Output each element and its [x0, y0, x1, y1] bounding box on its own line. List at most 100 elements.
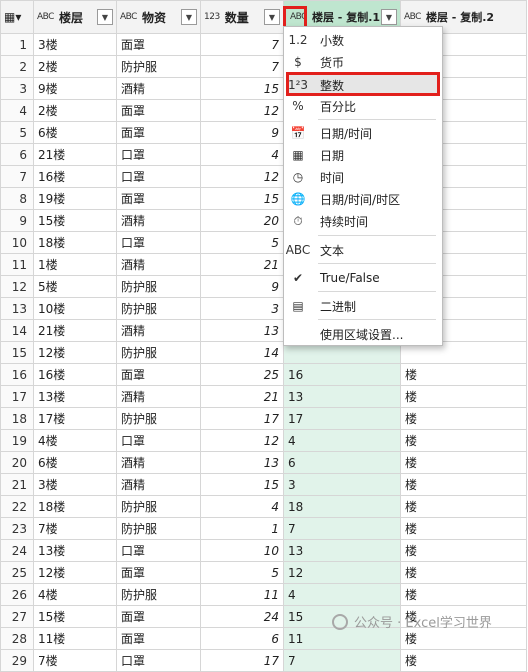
floor-copy-2-cell[interactable]: 楼: [400, 473, 527, 496]
row-number[interactable]: 8: [0, 187, 34, 210]
floor-cell[interactable]: 21楼: [33, 319, 117, 342]
floor-copy-2-cell[interactable]: 楼: [400, 539, 527, 562]
qty-cell[interactable]: 5: [200, 561, 284, 584]
floor-cell[interactable]: 4楼: [33, 429, 117, 452]
floor-copy-2-cell[interactable]: 楼: [400, 517, 527, 540]
item-cell[interactable]: 防护服: [116, 407, 201, 430]
qty-cell[interactable]: 24: [200, 605, 284, 628]
row-number[interactable]: 26: [0, 583, 34, 606]
row-number[interactable]: 15: [0, 341, 34, 364]
qty-cell[interactable]: 7: [200, 33, 284, 56]
floor-copy-1-cell[interactable]: 18: [283, 495, 401, 518]
item-cell[interactable]: 防护服: [116, 495, 201, 518]
row-number[interactable]: 5: [0, 121, 34, 144]
qty-cell[interactable]: 17: [200, 649, 284, 672]
floor-cell[interactable]: 18楼: [33, 231, 117, 254]
menu-item-decimal[interactable]: 1.2 小数: [284, 29, 440, 51]
row-number[interactable]: 6: [0, 143, 34, 166]
item-cell[interactable]: 防护服: [116, 297, 201, 320]
column-header-qty[interactable]: 123 数量 ▼: [200, 0, 284, 34]
floor-cell[interactable]: 5楼: [33, 275, 117, 298]
floor-cell[interactable]: 7楼: [33, 517, 117, 540]
floor-copy-1-cell[interactable]: 7: [283, 517, 401, 540]
row-number[interactable]: 23: [0, 517, 34, 540]
floor-copy-1-cell[interactable]: 7: [283, 649, 401, 672]
qty-cell[interactable]: 1: [200, 517, 284, 540]
floor-cell[interactable]: 6楼: [33, 451, 117, 474]
floor-copy-2-cell[interactable]: 楼: [400, 429, 527, 452]
item-cell[interactable]: 面罩: [116, 605, 201, 628]
floor-cell[interactable]: 9楼: [33, 77, 117, 100]
item-cell[interactable]: 防护服: [116, 583, 201, 606]
floor-cell[interactable]: 1楼: [33, 253, 117, 276]
floor-copy-2-cell[interactable]: 楼: [400, 649, 527, 672]
menu-item-whole-number[interactable]: 1²3 整数: [284, 74, 440, 96]
abc-type-icon[interactable]: ABC: [37, 12, 54, 22]
item-cell[interactable]: 酒精: [116, 451, 201, 474]
floor-cell[interactable]: 12楼: [33, 561, 117, 584]
item-cell[interactable]: 面罩: [116, 121, 201, 144]
floor-cell[interactable]: 15楼: [33, 209, 117, 232]
row-number[interactable]: 11: [0, 253, 34, 276]
row-number[interactable]: 2: [0, 55, 34, 78]
item-cell[interactable]: 口罩: [116, 231, 201, 254]
column-header-floor[interactable]: ABC 楼层 ▼: [33, 0, 117, 34]
item-cell[interactable]: 防护服: [116, 341, 201, 364]
menu-item-datetime[interactable]: 📅 日期/时间: [284, 122, 440, 144]
qty-cell[interactable]: 6: [200, 627, 284, 650]
floor-copy-1-cell[interactable]: 13: [283, 385, 401, 408]
floor-copy-1-cell[interactable]: 17: [283, 407, 401, 430]
floor-cell[interactable]: 18楼: [33, 495, 117, 518]
menu-item-using-locale[interactable]: 使用区域设置...: [284, 323, 440, 345]
qty-cell[interactable]: 12: [200, 429, 284, 452]
row-number[interactable]: 24: [0, 539, 34, 562]
item-cell[interactable]: 酒精: [116, 253, 201, 276]
menu-item-percentage[interactable]: % 百分比: [284, 95, 440, 117]
row-number[interactable]: 18: [0, 407, 34, 430]
row-number[interactable]: 1: [0, 33, 34, 56]
floor-copy-1-cell[interactable]: 4: [283, 429, 401, 452]
qty-cell[interactable]: 21: [200, 385, 284, 408]
item-cell[interactable]: 面罩: [116, 99, 201, 122]
filter-dropdown-icon[interactable]: ▼: [181, 9, 197, 25]
abc-type-icon[interactable]: ABC: [404, 12, 421, 22]
floor-copy-1-cell[interactable]: 6: [283, 451, 401, 474]
item-cell[interactable]: 酒精: [116, 319, 201, 342]
row-number[interactable]: 10: [0, 231, 34, 254]
floor-copy-1-cell[interactable]: 4: [283, 583, 401, 606]
item-cell[interactable]: 酒精: [116, 209, 201, 232]
item-cell[interactable]: 面罩: [116, 561, 201, 584]
row-number[interactable]: 28: [0, 627, 34, 650]
item-cell[interactable]: 口罩: [116, 429, 201, 452]
item-cell[interactable]: 防护服: [116, 517, 201, 540]
qty-cell[interactable]: 20: [200, 209, 284, 232]
menu-item-true-false[interactable]: ✔ True/False: [284, 267, 440, 289]
floor-copy-2-cell[interactable]: 楼: [400, 451, 527, 474]
floor-cell[interactable]: 13楼: [33, 539, 117, 562]
row-number[interactable]: 16: [0, 363, 34, 386]
row-number[interactable]: 25: [0, 561, 34, 584]
floor-copy-1-cell[interactable]: 3: [283, 473, 401, 496]
menu-item-text[interactable]: ABC 文本: [284, 239, 440, 261]
menu-item-date[interactable]: ▦ 日期: [284, 144, 440, 166]
qty-cell[interactable]: 15: [200, 187, 284, 210]
floor-copy-1-cell[interactable]: 13: [283, 539, 401, 562]
item-cell[interactable]: 口罩: [116, 165, 201, 188]
floor-cell[interactable]: 4楼: [33, 583, 117, 606]
floor-cell[interactable]: 11楼: [33, 627, 117, 650]
row-number[interactable]: 14: [0, 319, 34, 342]
floor-cell[interactable]: 13楼: [33, 385, 117, 408]
qty-cell[interactable]: 11: [200, 583, 284, 606]
item-cell[interactable]: 酒精: [116, 385, 201, 408]
item-cell[interactable]: 防护服: [116, 55, 201, 78]
floor-cell[interactable]: 10楼: [33, 297, 117, 320]
whole-number-type-icon[interactable]: 123: [204, 12, 220, 22]
item-cell[interactable]: 口罩: [116, 539, 201, 562]
abc-type-icon[interactable]: ABC: [120, 12, 137, 22]
filter-dropdown-icon[interactable]: ▼: [381, 9, 397, 25]
floor-cell[interactable]: 3楼: [33, 33, 117, 56]
row-number[interactable]: 3: [0, 77, 34, 100]
row-number[interactable]: 17: [0, 385, 34, 408]
qty-cell[interactable]: 10: [200, 539, 284, 562]
floor-cell[interactable]: 3楼: [33, 473, 117, 496]
